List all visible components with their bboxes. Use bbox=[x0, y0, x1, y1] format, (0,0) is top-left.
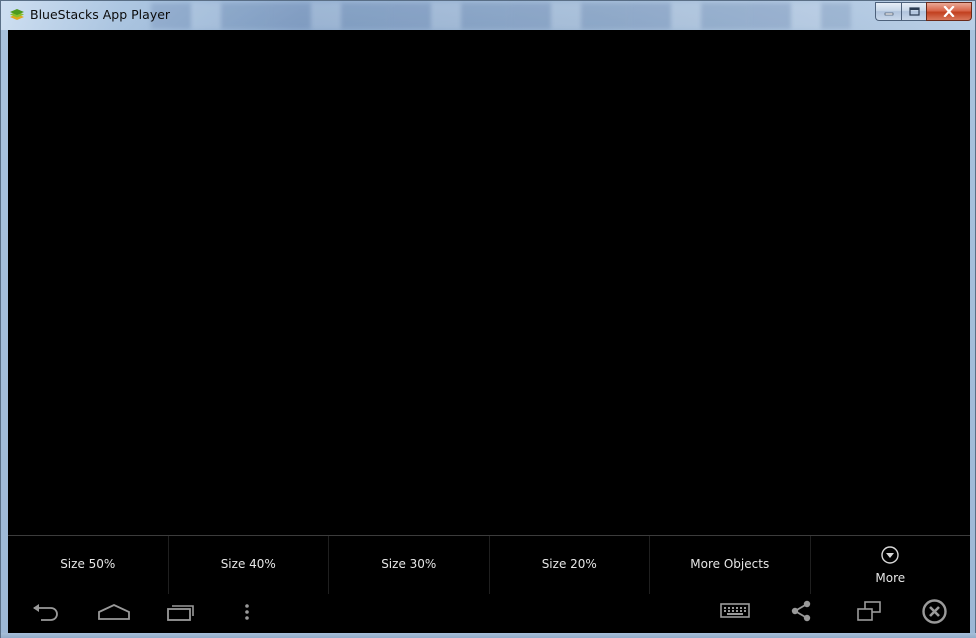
option-label: Size 20% bbox=[541, 557, 597, 571]
size-40-button[interactable]: Size 40% bbox=[169, 536, 329, 594]
maximize-icon bbox=[908, 7, 920, 16]
menu-button[interactable] bbox=[244, 603, 250, 621]
title-bar[interactable]: BlueStacks App Player bbox=[1, 1, 975, 30]
share-icon bbox=[791, 600, 811, 622]
option-label: Size 40% bbox=[220, 557, 276, 571]
size-30-button[interactable]: Size 30% bbox=[329, 536, 490, 594]
chevron-down-circle-icon bbox=[881, 546, 899, 564]
blurred-background bbox=[151, 3, 851, 29]
option-label: Size 30% bbox=[381, 557, 437, 571]
bluestacks-logo-icon bbox=[10, 9, 24, 20]
option-label: More Objects bbox=[690, 557, 770, 571]
close-icon bbox=[943, 6, 955, 17]
more-button[interactable]: More bbox=[811, 536, 971, 594]
home-icon bbox=[98, 604, 130, 620]
minimize-button[interactable] bbox=[875, 2, 901, 21]
keyboard-button[interactable] bbox=[720, 602, 750, 620]
window-title: BlueStacks App Player bbox=[30, 7, 171, 22]
minimize-icon bbox=[884, 12, 893, 15]
back-button[interactable] bbox=[31, 602, 61, 622]
window-controls bbox=[875, 2, 972, 21]
home-button[interactable] bbox=[97, 604, 131, 620]
size-50-button[interactable]: Size 50% bbox=[8, 536, 169, 594]
emulator-client-area: Size 50% Size 40% Size 30% Size 20% More… bbox=[8, 30, 970, 633]
close-circle-icon bbox=[922, 599, 947, 624]
close-app-button[interactable] bbox=[921, 598, 948, 625]
close-button[interactable] bbox=[926, 2, 972, 21]
back-icon bbox=[33, 604, 58, 621]
window-switch-button[interactable] bbox=[856, 600, 882, 622]
menu-dots-icon bbox=[245, 604, 249, 620]
maximize-button[interactable] bbox=[901, 2, 926, 21]
window-switch-icon bbox=[857, 601, 881, 621]
share-button[interactable] bbox=[790, 600, 812, 622]
app-screen[interactable] bbox=[8, 30, 970, 535]
options-menu: Size 50% Size 40% Size 30% Size 20% More… bbox=[8, 535, 970, 594]
window-bottom-border bbox=[1, 633, 976, 638]
app-window: BlueStacks App Player Size 50% Size 40% … bbox=[0, 0, 976, 638]
recent-apps-icon bbox=[167, 605, 194, 621]
size-20-button[interactable]: Size 20% bbox=[490, 536, 650, 594]
more-objects-button[interactable]: More Objects bbox=[650, 536, 811, 594]
keyboard-icon bbox=[720, 603, 750, 618]
android-navigation-bar bbox=[8, 594, 970, 633]
option-label: Size 50% bbox=[60, 557, 116, 571]
recent-apps-button[interactable] bbox=[166, 603, 196, 621]
option-label: More bbox=[875, 571, 906, 585]
